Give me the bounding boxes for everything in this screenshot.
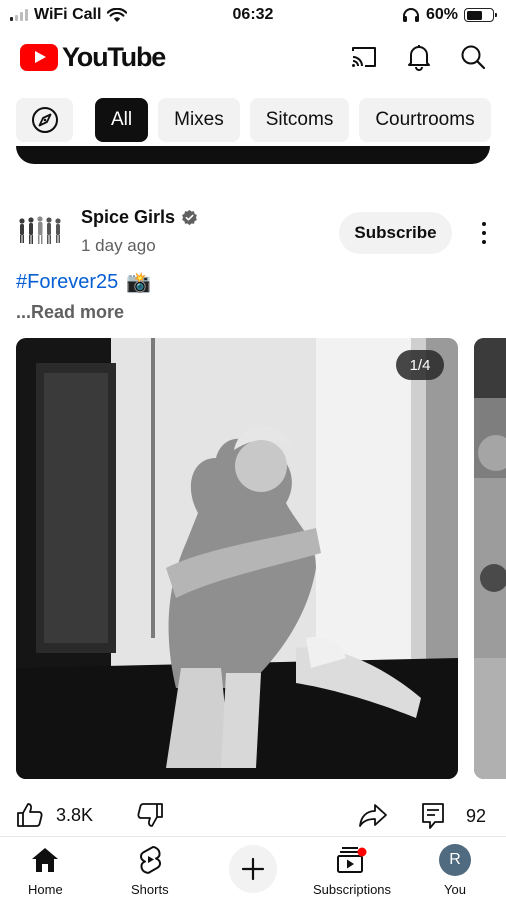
shorts-icon xyxy=(139,846,161,874)
chip-sitcoms[interactable]: Sitcoms xyxy=(249,98,350,142)
status-right: 60% xyxy=(402,6,497,24)
post-text: #Forever25 📸 xyxy=(16,270,151,295)
previous-video-thumbnail-edge[interactable] xyxy=(16,146,490,164)
subscribe-button[interactable]: Subscribe xyxy=(339,212,452,254)
bottom-navigation: Home Shorts Subscriptions R You xyxy=(0,837,506,900)
nav-label-you: You xyxy=(444,882,466,897)
status-left: WiFi Call xyxy=(10,6,128,24)
avatar: R xyxy=(439,844,471,876)
channel-name[interactable]: Spice Girls xyxy=(81,207,175,228)
share-icon xyxy=(359,804,387,827)
image-counter: 1/4 xyxy=(396,350,444,380)
more-options-icon[interactable] xyxy=(474,220,494,246)
home-icon xyxy=(32,848,59,872)
headphones-icon xyxy=(402,8,419,22)
dislike-button[interactable] xyxy=(136,802,164,828)
battery-level xyxy=(466,10,482,20)
verified-badge-icon xyxy=(182,209,197,226)
engagement-bar: 3.8K 92 xyxy=(16,802,490,836)
subscriptions-icon xyxy=(337,847,367,873)
like-count: 3.8K xyxy=(56,804,94,825)
battery-icon xyxy=(464,8,497,22)
signal-strength-icon xyxy=(10,9,28,21)
read-more-link[interactable]: ...Read more xyxy=(16,302,124,323)
nav-you[interactable]: R You xyxy=(439,843,471,897)
search-icon[interactable] xyxy=(460,44,486,70)
chip-mixes[interactable]: Mixes xyxy=(158,98,240,142)
chip-all[interactable]: All xyxy=(95,98,149,142)
channel-avatar[interactable] xyxy=(16,212,64,248)
hashtag-link[interactable]: #Forever25 xyxy=(16,271,118,294)
thumbs-up-icon xyxy=(17,803,43,827)
create-button[interactable] xyxy=(229,845,277,893)
status-bar: WiFi Call 06:32 60% xyxy=(0,0,506,30)
comment-count: 92 xyxy=(466,805,487,826)
thumbs-down-icon xyxy=(137,803,163,827)
post-timestamp: 1 day ago xyxy=(81,236,156,255)
post-image[interactable]: 1/4 xyxy=(16,338,458,779)
create-icon xyxy=(241,857,265,881)
explore-chip[interactable] xyxy=(16,98,73,142)
chip-courtrooms[interactable]: Courtrooms xyxy=(359,98,491,142)
app-header: YouTube xyxy=(0,34,506,80)
nav-label-home: Home xyxy=(28,882,63,897)
nav-shorts[interactable]: Shorts xyxy=(131,843,169,897)
channel-name-row[interactable]: Spice Girls xyxy=(81,207,198,228)
comments-button[interactable]: 92 xyxy=(420,802,486,830)
carrier-label: WiFi Call xyxy=(34,6,102,23)
cast-icon[interactable] xyxy=(350,45,378,69)
battery-percent: 60% xyxy=(425,6,458,23)
community-post-header: Spice Girls 1 day ago Subscribe xyxy=(16,200,490,260)
youtube-logo[interactable]: YouTube xyxy=(20,41,166,73)
header-actions xyxy=(350,43,486,71)
next-image-preview[interactable] xyxy=(474,338,506,779)
nav-label-shorts: Shorts xyxy=(131,882,169,897)
camera-flash-emoji: 📸 xyxy=(126,272,152,294)
category-chips: All Mixes Sitcoms Courtrooms xyxy=(16,98,506,142)
comment-icon xyxy=(422,803,444,829)
nav-subscriptions[interactable]: Subscriptions xyxy=(313,843,391,897)
like-button[interactable]: 3.8K xyxy=(16,802,93,828)
youtube-play-icon xyxy=(20,43,58,71)
wifi-icon xyxy=(107,7,128,22)
nav-home[interactable]: Home xyxy=(28,843,63,897)
logo-text: YouTube xyxy=(62,41,166,72)
compass-icon xyxy=(31,107,58,133)
nav-label-subscriptions: Subscriptions xyxy=(313,882,392,897)
share-button[interactable] xyxy=(358,802,388,828)
notifications-bell-icon[interactable] xyxy=(406,43,432,71)
image-carousel[interactable]: 1/4 xyxy=(16,338,506,779)
